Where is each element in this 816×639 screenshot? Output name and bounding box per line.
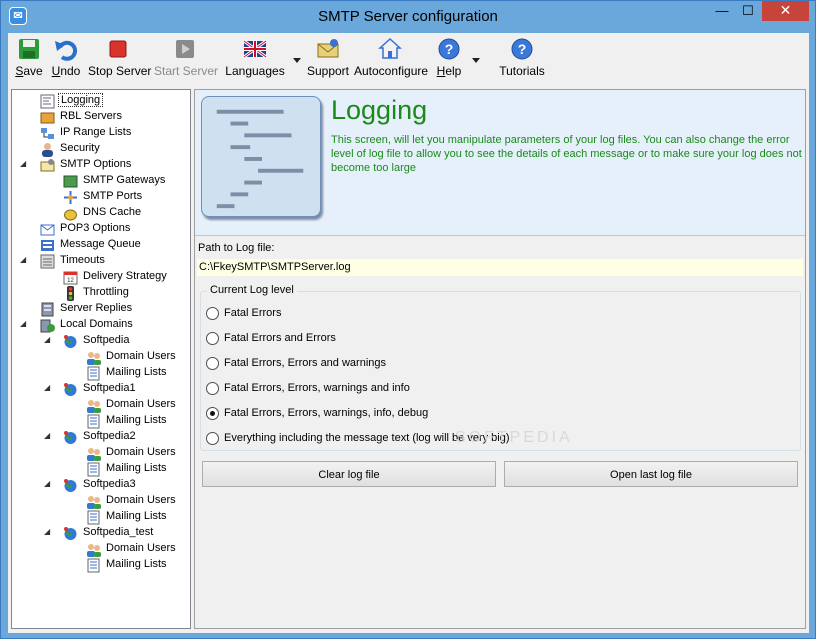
globe-icon [64,479,77,492]
toolbar: Save Undo Stop Server Start Server Langu… [8,33,809,87]
queue-icon [41,240,54,251]
collapse-local-domains-icon[interactable]: ◢ [20,319,26,328]
log-document-icon [201,96,321,217]
collapse-domain-icon[interactable]: ◢ [44,527,50,536]
stop-server-button[interactable]: Stop Server [88,37,152,81]
collapse-domain-icon[interactable]: ◢ [44,383,50,392]
users-icon [87,352,101,365]
page-description: This screen, will let you manipulate par… [331,134,802,174]
tutorials-button[interactable]: ? Tutorials [498,37,546,81]
radio-button[interactable] [206,332,219,345]
autoconfigure-label: Autoconfigure [354,64,429,78]
gateway-icon [63,175,78,188]
languages-dropdown-arrow-icon[interactable] [293,58,301,64]
house-icon [378,37,402,59]
log-level-group: Current Log level Fatal Errors Fatal Err… [200,284,801,451]
stop-icon [109,40,127,58]
radio-button[interactable] [206,407,219,420]
main-frame: Save Undo Stop Server Start Server Langu… [8,33,809,633]
pop3-icon [40,224,55,236]
mailing-list-icon [87,462,100,477]
navigation-tree[interactable]: Logging RBL Servers IP Range Lists Secur… [11,89,191,629]
collapse-domain-icon[interactable]: ◢ [44,479,50,488]
floppy-icon [19,39,39,59]
undo-label: ndo [60,64,81,78]
clear-log-button[interactable]: Clear log file [202,461,496,487]
radio-button[interactable] [206,357,219,370]
ports-icon [64,191,77,204]
autoconfigure-button[interactable]: Autoconfigure [354,37,429,81]
languages-button[interactable]: Languages [224,37,286,81]
start-server-button: Start Server [154,37,219,81]
globe-icon [64,335,77,348]
close-button[interactable]: ✕ [762,1,809,21]
collapse-smtp-options-icon[interactable]: ◢ [20,159,26,168]
page-title: Logging [331,95,428,125]
svg-text:12: 12 [67,278,74,284]
radio-button[interactable] [206,382,219,395]
svg-text:?: ? [518,41,527,57]
mailing-list-icon [87,510,100,525]
undo-button[interactable]: Undo [50,37,82,81]
open-log-button[interactable]: Open last log file [504,461,798,487]
globe-icon [64,431,77,444]
support-label: Support [306,64,350,78]
network-icon [41,128,54,139]
tutorials-help-icon: ? [511,38,533,60]
local-domains-icon [40,319,55,333]
collapse-domain-icon[interactable]: ◢ [44,431,50,440]
mailing-list-icon [87,414,100,429]
collapse-domain-icon[interactable]: ◢ [44,335,50,344]
dns-cache-icon [64,209,77,221]
users-icon [87,544,101,557]
tutorials-label: Tutorials [499,64,545,78]
radio-button[interactable] [206,307,219,320]
mailing-list-icon [87,366,100,381]
log-path-input[interactable]: C:\FkeySMTP\SMTPServer.log [197,259,803,276]
globe-icon [64,383,77,396]
save-label: ave [23,64,43,78]
header-panel: Logging This screen, will let you manipu… [195,90,805,236]
title-bar[interactable]: ✉ SMTP Server configuration — ☐ ✕ [1,1,815,33]
content-panel: Logging This screen, will let you manipu… [194,89,806,629]
support-envelope-icon [317,39,339,58]
start-server-label: Start Server [154,64,219,78]
security-user-icon [42,143,53,157]
users-icon [87,496,101,509]
log-file-icon [40,94,55,109]
app-window: ✉ SMTP Server configuration — ☐ ✕ Save U… [0,0,816,639]
rbl-icon [40,112,55,124]
minimize-button[interactable]: — [709,1,735,21]
calendar-icon: 12 [63,271,78,285]
log-level-label: Current Log level [207,284,297,296]
play-icon [176,40,194,58]
watermark: SOFTPEDIA [455,429,573,446]
smtp-options-icon [40,159,55,172]
collapse-timeouts-icon[interactable]: ◢ [20,255,26,264]
radio-button[interactable] [206,432,219,445]
window-title: SMTP Server configuration [318,8,498,25]
languages-label: Languages [225,64,285,78]
uk-flag-icon [243,39,267,59]
help-icon: ? [438,38,460,60]
help-dropdown-arrow-icon[interactable] [472,58,480,64]
save-button[interactable]: Save [14,37,44,81]
undo-icon [55,40,78,61]
support-button[interactable]: Support [306,37,350,81]
users-icon [87,448,101,461]
maximize-button[interactable]: ☐ [735,1,761,21]
users-icon [87,400,101,413]
stop-server-label: Stop Server [88,64,152,78]
svg-text:?: ? [445,41,454,57]
mailing-list-icon [87,558,100,573]
traffic-light-icon [67,286,74,301]
help-button[interactable]: ? Help [436,37,462,81]
timeouts-icon [40,254,55,269]
globe-icon [64,527,77,540]
path-label: Path to Log file: [198,242,275,254]
undo-label-prefix: U [51,64,61,78]
help-label: elp [445,64,462,78]
server-icon [41,302,54,317]
